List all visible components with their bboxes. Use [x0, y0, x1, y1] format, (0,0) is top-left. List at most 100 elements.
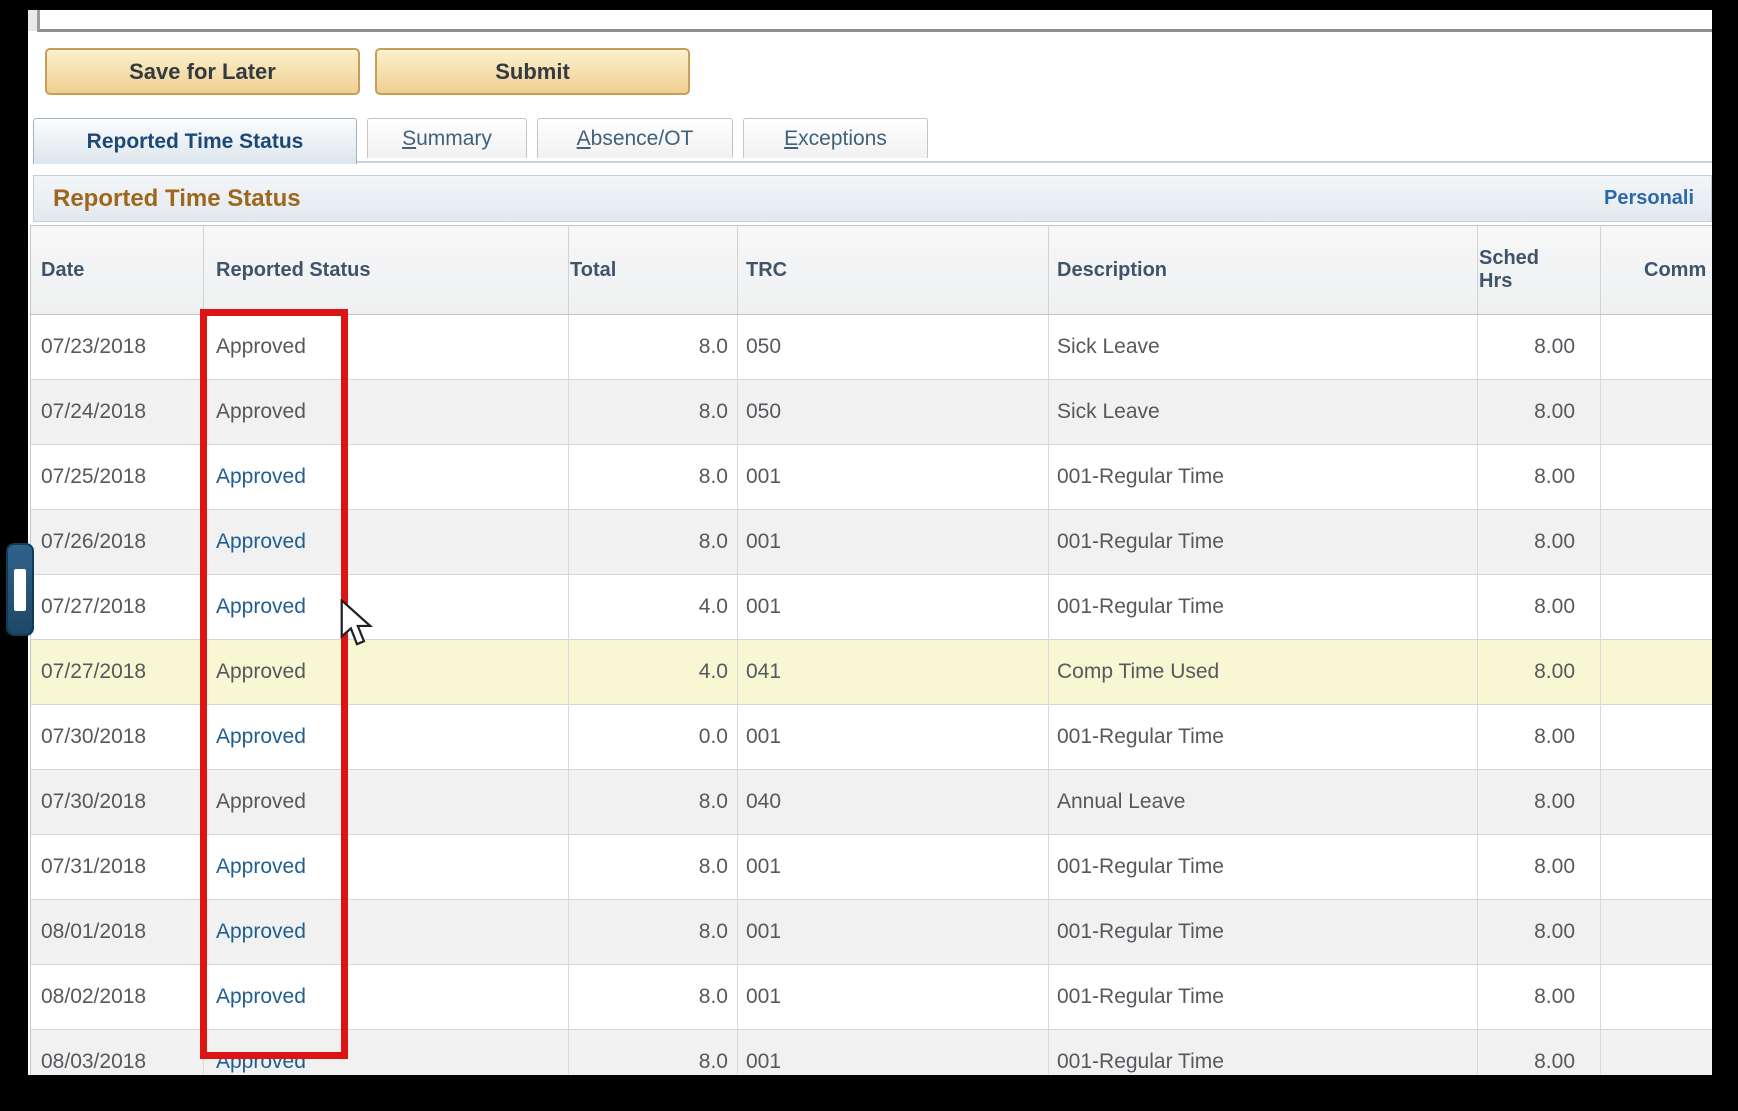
total-text: 4.0 — [699, 595, 728, 618]
trc-text: 050 — [746, 400, 781, 423]
section-title: Reported Time Status — [53, 185, 301, 213]
cell-total: 8.0 — [569, 510, 738, 575]
cell-description: 001-Regular Time — [1049, 510, 1478, 575]
cell-sched-hrs: 8.00 — [1478, 835, 1601, 900]
table-row: 07/25/2018 Approved 8.0 001 001-Regular … — [31, 445, 1713, 510]
personalize-link[interactable]: Personali — [1604, 187, 1694, 210]
status-text: Approved — [216, 660, 306, 683]
table-row: 07/27/2018 Approved 4.0 041 Comp Time Us… — [31, 640, 1713, 705]
sched-hrs-text: 8.00 — [1534, 855, 1575, 878]
cell-reported-status: Approved — [204, 835, 569, 900]
page-content: Save for Later Submit Reported Time Stat… — [28, 10, 1712, 1075]
cell-date: 07/23/2018 — [31, 315, 204, 380]
sched-hrs-text: 8.00 — [1534, 400, 1575, 423]
cell-comments — [1601, 965, 1713, 1030]
description-text: 001-Regular Time — [1057, 920, 1224, 943]
sched-hrs-text: 8.00 — [1534, 660, 1575, 683]
total-text: 8.0 — [699, 465, 728, 488]
cell-reported-status: Approved — [204, 640, 569, 705]
section-header-bar: Reported Time Status Personali — [33, 175, 1712, 222]
description-text: 001-Regular Time — [1057, 725, 1224, 748]
cell-total: 8.0 — [569, 835, 738, 900]
side-panel-handle[interactable] — [6, 543, 34, 636]
cell-description: 001-Regular Time — [1049, 445, 1478, 510]
sched-hrs-text: 8.00 — [1534, 1050, 1575, 1073]
sched-hrs-text: 8.00 — [1534, 335, 1575, 358]
tab-absence-ot[interactable]: Absence/OT — [537, 118, 733, 158]
save-for-later-button[interactable]: Save for Later — [45, 48, 360, 95]
col-header-date: Date — [31, 226, 204, 315]
top-edge-sliver — [28, 10, 37, 31]
tab-reported-time-status[interactable]: Reported Time Status — [33, 118, 357, 164]
cell-description: 001-Regular Time — [1049, 835, 1478, 900]
cell-description: Annual Leave — [1049, 770, 1478, 835]
cell-description: 001-Regular Time — [1049, 575, 1478, 640]
description-text: 001-Regular Time — [1057, 1050, 1224, 1073]
trc-text: 040 — [746, 790, 781, 813]
cell-date: 08/01/2018 — [31, 900, 204, 965]
reported-time-grid: Date Reported Status Total TRC Descripti… — [30, 225, 1712, 1075]
trc-text: 041 — [746, 660, 781, 683]
handle-grip-icon — [14, 569, 26, 611]
date-text: 07/26/2018 — [41, 530, 146, 553]
status-text[interactable]: Approved — [216, 855, 306, 878]
date-text: 07/27/2018 — [41, 660, 146, 683]
date-text: 08/03/2018 — [41, 1050, 146, 1073]
trc-text: 001 — [746, 725, 781, 748]
status-text[interactable]: Approved — [216, 725, 306, 748]
table-row: 07/23/2018 Approved 8.0 050 Sick Leave 8… — [31, 315, 1713, 380]
cell-reported-status: Approved — [204, 380, 569, 445]
tab-label: Exceptions — [784, 127, 887, 151]
table-row: 07/31/2018 Approved 8.0 001 001-Regular … — [31, 835, 1713, 900]
date-text: 07/31/2018 — [41, 855, 146, 878]
submit-button[interactable]: Submit — [375, 48, 690, 95]
description-text: Comp Time Used — [1057, 660, 1219, 683]
table-row: 07/24/2018 Approved 8.0 050 Sick Leave 8… — [31, 380, 1713, 445]
grid-body: 07/23/2018 Approved 8.0 050 Sick Leave 8… — [31, 315, 1713, 1076]
cell-reported-status: Approved — [204, 510, 569, 575]
cell-trc: 001 — [738, 510, 1049, 575]
tab-exceptions[interactable]: Exceptions — [743, 118, 928, 158]
cell-total: 8.0 — [569, 1030, 738, 1076]
tab-summary[interactable]: Summary — [367, 118, 527, 158]
status-text: Approved — [216, 400, 306, 423]
status-text[interactable]: Approved — [216, 530, 306, 553]
cell-trc: 001 — [738, 900, 1049, 965]
cell-reported-status: Approved — [204, 1030, 569, 1076]
cell-date: 07/24/2018 — [31, 380, 204, 445]
total-text: 8.0 — [699, 400, 728, 423]
total-text: 4.0 — [699, 660, 728, 683]
cell-sched-hrs: 8.00 — [1478, 575, 1601, 640]
col-header-sched-hrs: Sched Hrs — [1478, 226, 1601, 315]
status-text[interactable]: Approved — [216, 1050, 306, 1073]
description-text: 001-Regular Time — [1057, 530, 1224, 553]
description-text: Sick Leave — [1057, 335, 1160, 358]
cell-total: 8.0 — [569, 770, 738, 835]
description-text: Sick Leave — [1057, 400, 1160, 423]
cell-date: 08/02/2018 — [31, 965, 204, 1030]
status-text[interactable]: Approved — [216, 595, 306, 618]
status-text[interactable]: Approved — [216, 985, 306, 1008]
cell-trc: 001 — [738, 835, 1049, 900]
total-text: 8.0 — [699, 530, 728, 553]
cell-date: 07/26/2018 — [31, 510, 204, 575]
cell-description: 001-Regular Time — [1049, 965, 1478, 1030]
status-text[interactable]: Approved — [216, 920, 306, 943]
cell-reported-status: Approved — [204, 575, 569, 640]
status-text[interactable]: Approved — [216, 465, 306, 488]
status-text: Approved — [216, 790, 306, 813]
cell-description: 001-Regular Time — [1049, 705, 1478, 770]
cell-sched-hrs: 8.00 — [1478, 445, 1601, 510]
cell-comments — [1601, 705, 1713, 770]
description-text: Annual Leave — [1057, 790, 1185, 813]
cell-description: 001-Regular Time — [1049, 900, 1478, 965]
cell-comments — [1601, 770, 1713, 835]
table-row: 08/02/2018 Approved 8.0 001 001-Regular … — [31, 965, 1713, 1030]
trc-text: 001 — [746, 985, 781, 1008]
col-header-trc: TRC — [738, 226, 1049, 315]
total-text: 8.0 — [699, 790, 728, 813]
tab-label: Summary — [402, 127, 492, 151]
cell-description: Sick Leave — [1049, 315, 1478, 380]
cell-date: 07/27/2018 — [31, 575, 204, 640]
date-text: 07/27/2018 — [41, 595, 146, 618]
